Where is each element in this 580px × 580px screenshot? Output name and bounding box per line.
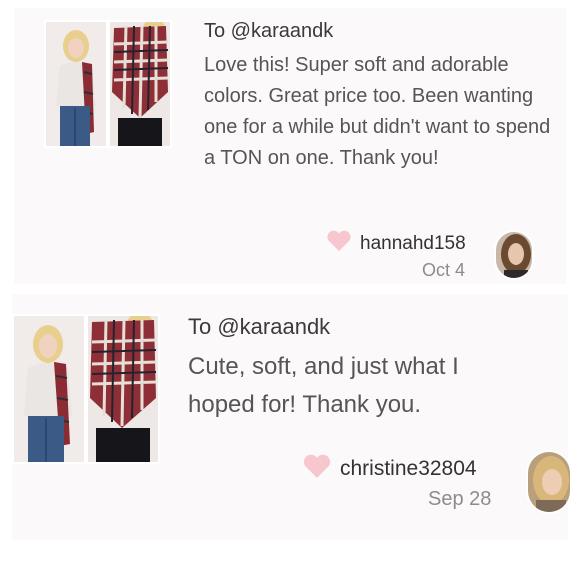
author-row: hannahd158 xyxy=(326,230,466,257)
review-date: Sep 28 xyxy=(428,488,492,510)
author-row: christine32804 xyxy=(302,454,477,484)
review-card: To @karaandk Love this! Super soft and a… xyxy=(14,8,566,284)
heart-icon[interactable] xyxy=(326,230,360,257)
product-thumbnails[interactable] xyxy=(12,314,160,464)
product-photo-scarf[interactable] xyxy=(110,22,170,146)
author-username[interactable]: christine32804 xyxy=(340,457,477,481)
heart-icon[interactable] xyxy=(302,454,340,484)
author-username[interactable]: hannahd158 xyxy=(360,233,466,255)
review-date: Oct 4 xyxy=(422,260,466,280)
product-thumbnails[interactable] xyxy=(44,20,172,148)
author-avatar[interactable] xyxy=(494,230,534,280)
product-photo-front[interactable] xyxy=(14,316,84,462)
recipient-line: To @karaandk xyxy=(204,20,334,42)
author-avatar[interactable] xyxy=(526,450,572,514)
review-card: To @karaandk Cute, soft, and just what I… xyxy=(12,294,572,540)
review-message: Love this! Super soft and adorable color… xyxy=(204,54,551,169)
product-photo-front[interactable] xyxy=(46,22,106,146)
product-photo-scarf[interactable] xyxy=(88,316,158,462)
review-message: Cute, soft, and just what I hoped for! T… xyxy=(188,353,459,418)
recipient-line: To @karaandk xyxy=(188,314,331,339)
